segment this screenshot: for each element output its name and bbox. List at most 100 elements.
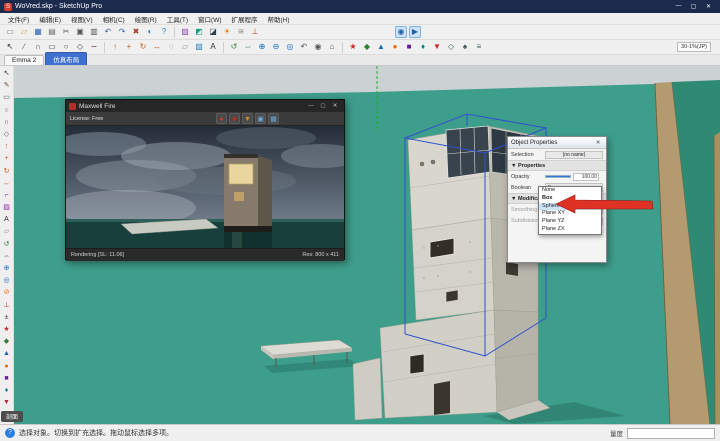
scale-icon[interactable]: ↔ — [151, 41, 163, 53]
paint-bucket-icon[interactable]: ▨ — [193, 41, 205, 53]
text-icon[interactable]: A — [207, 41, 219, 53]
menu-item[interactable]: 扩展程序 — [227, 14, 263, 24]
zoom-in-icon[interactable]: ⊕ — [256, 41, 268, 53]
circle-icon[interactable]: ○ — [1, 105, 12, 116]
axes-icon[interactable]: ⊥ — [249, 26, 261, 38]
erase-icon[interactable]: ✖ — [130, 26, 142, 38]
render-maximize-icon[interactable]: ▢ — [317, 103, 329, 109]
display-settings-icon[interactable]: ▣ — [255, 113, 266, 124]
plugin-h-icon[interactable]: ◇ — [445, 41, 457, 53]
redo-icon[interactable]: ↷ — [116, 26, 128, 38]
stop-render-icon[interactable]: ● — [216, 113, 227, 124]
dropdown-item-plane-zx[interactable]: Plane ZX — [539, 226, 601, 234]
previous-view-icon[interactable]: ↶ — [298, 41, 310, 53]
minimize-icon[interactable]: — — [671, 3, 686, 10]
plugin-b-icon[interactable]: ◆ — [361, 41, 373, 53]
section-panel-tab[interactable]: 剖面 — [1, 411, 23, 422]
print-icon[interactable]: ▤ — [46, 26, 58, 38]
plugin-a-icon[interactable]: ★ — [347, 41, 359, 53]
menu-item[interactable]: 帮助(H) — [263, 14, 295, 24]
plugin-f-icon[interactable]: ♦ — [1, 385, 12, 396]
rotate-icon[interactable]: ↻ — [137, 41, 149, 53]
eraser-icon[interactable]: ▱ — [179, 41, 191, 53]
paste-icon[interactable]: ▥ — [88, 26, 100, 38]
plugin-g-icon[interactable]: ▼ — [1, 397, 12, 408]
menu-item[interactable]: 视图(V) — [66, 14, 98, 24]
walk-icon[interactable]: ⌂ — [326, 41, 338, 53]
arc-icon[interactable]: ∩ — [32, 41, 44, 53]
paint-icon[interactable]: ▨ — [179, 26, 191, 38]
channels-icon[interactable]: ▦ — [268, 113, 279, 124]
text-icon[interactable]: A — [1, 214, 12, 225]
eraser-icon[interactable]: ▱ — [1, 226, 12, 237]
opacity-value[interactable]: 100.00 — [573, 173, 599, 181]
render-close-icon[interactable]: ✕ — [329, 103, 341, 109]
dropdown-item-box[interactable]: Box — [539, 195, 601, 203]
rectangle-icon[interactable]: ▭ — [1, 92, 12, 103]
plugin-c-icon[interactable]: ▲ — [375, 41, 387, 53]
zoom-extents-icon[interactable]: ◎ — [284, 41, 296, 53]
new-icon[interactable]: ▭ — [4, 26, 16, 38]
render-minimize-icon[interactable]: — — [305, 103, 317, 109]
plugin-e-icon[interactable]: ■ — [1, 373, 12, 384]
menu-item[interactable]: 绘图(R) — [130, 14, 162, 24]
maximize-icon[interactable]: ▢ — [686, 3, 701, 10]
pause-render-icon[interactable]: ■ — [229, 113, 240, 124]
plugin-g-icon[interactable]: ▼ — [431, 41, 443, 53]
help-icon[interactable]: ? — [5, 428, 15, 438]
menu-item[interactable]: 窗口(W) — [193, 14, 226, 24]
position-camera-icon[interactable]: ◉ — [312, 41, 324, 53]
paint-icon[interactable]: ▨ — [1, 202, 12, 213]
select-icon[interactable]: ↖ — [4, 41, 16, 53]
measurement-input[interactable] — [627, 428, 715, 439]
cut-icon[interactable]: ✂ — [60, 26, 72, 38]
styles-dropdown[interactable]: 30-1%(JP) — [677, 42, 711, 52]
orbit-icon[interactable]: ↺ — [1, 239, 12, 250]
plugin-a-icon[interactable]: ★ — [1, 324, 12, 335]
pan-icon[interactable]: ⇔ — [242, 41, 254, 53]
zoom-out-icon[interactable]: ⊖ — [270, 41, 282, 53]
pan-icon[interactable]: ⇔ — [1, 251, 12, 262]
section-plane-icon[interactable]: ⊘ — [1, 287, 12, 298]
plugin-d-icon[interactable]: ● — [389, 41, 401, 53]
fog-icon[interactable]: ≋ — [235, 26, 247, 38]
dimensions-icon[interactable]: ± — [1, 312, 12, 323]
orbit-icon[interactable]: ↺ — [228, 41, 240, 53]
save-icon[interactable]: ▦ — [32, 26, 44, 38]
scene-tab-2[interactable]: 仿真布局 — [45, 52, 87, 65]
render-window-titlebar[interactable]: Maxwell Fire — ▢ ✕ — [66, 100, 344, 112]
dialog-close-icon[interactable]: ✕ — [593, 140, 603, 146]
undo-icon[interactable]: ↶ — [102, 26, 114, 38]
menu-item[interactable]: 文件(F) — [3, 14, 34, 24]
offset-icon[interactable]: ◌ — [165, 41, 177, 53]
plugin-c-icon[interactable]: ▲ — [1, 348, 12, 359]
tape-measure-icon[interactable]: ⌐ — [1, 190, 12, 201]
polygon-icon[interactable]: ◇ — [1, 129, 12, 140]
axes-icon[interactable]: ⊥ — [1, 300, 12, 311]
title-bar[interactable]: S WoVred.skp - SketchUp Pro — ▢ ✕ — [0, 0, 720, 13]
plugin-d-icon[interactable]: ● — [1, 361, 12, 372]
scale-icon[interactable]: ↔ — [1, 178, 12, 189]
menu-item[interactable]: 相机(C) — [98, 14, 130, 24]
zoom-in-icon[interactable]: ⊕ — [1, 263, 12, 274]
model-info-icon[interactable]: ◐ — [144, 26, 156, 38]
move-icon[interactable]: + — [123, 41, 135, 53]
shadows-icon[interactable]: ☀ — [221, 26, 233, 38]
menu-item[interactable]: 工具(T) — [162, 14, 193, 24]
plugin-e-icon[interactable]: ■ — [403, 41, 415, 53]
save-image-icon[interactable]: ▼ — [242, 113, 253, 124]
dropdown-item-none[interactable]: None — [539, 187, 601, 195]
arc-icon[interactable]: ∩ — [1, 117, 12, 128]
plugin-b-icon[interactable]: ◆ — [1, 336, 12, 347]
properties-section-header[interactable]: ▼ Properties — [508, 160, 606, 171]
help-icon[interactable]: ? — [158, 26, 170, 38]
line-icon[interactable]: ∕ — [18, 41, 30, 53]
dropdown-item-plane-xy[interactable]: Plane XY — [539, 210, 601, 218]
dropdown-item-plane-yz[interactable]: Plane YZ — [539, 218, 601, 226]
select-icon[interactable]: ↖ — [1, 68, 12, 79]
dialog-titlebar[interactable]: Object Properties ✕ — [508, 137, 606, 149]
opacity-slider[interactable] — [545, 175, 571, 178]
components-icon[interactable]: ◩ — [193, 26, 205, 38]
menu-item[interactable]: 编辑(E) — [34, 14, 66, 24]
dropdown-item-sphere[interactable]: Sphere — [539, 203, 601, 211]
